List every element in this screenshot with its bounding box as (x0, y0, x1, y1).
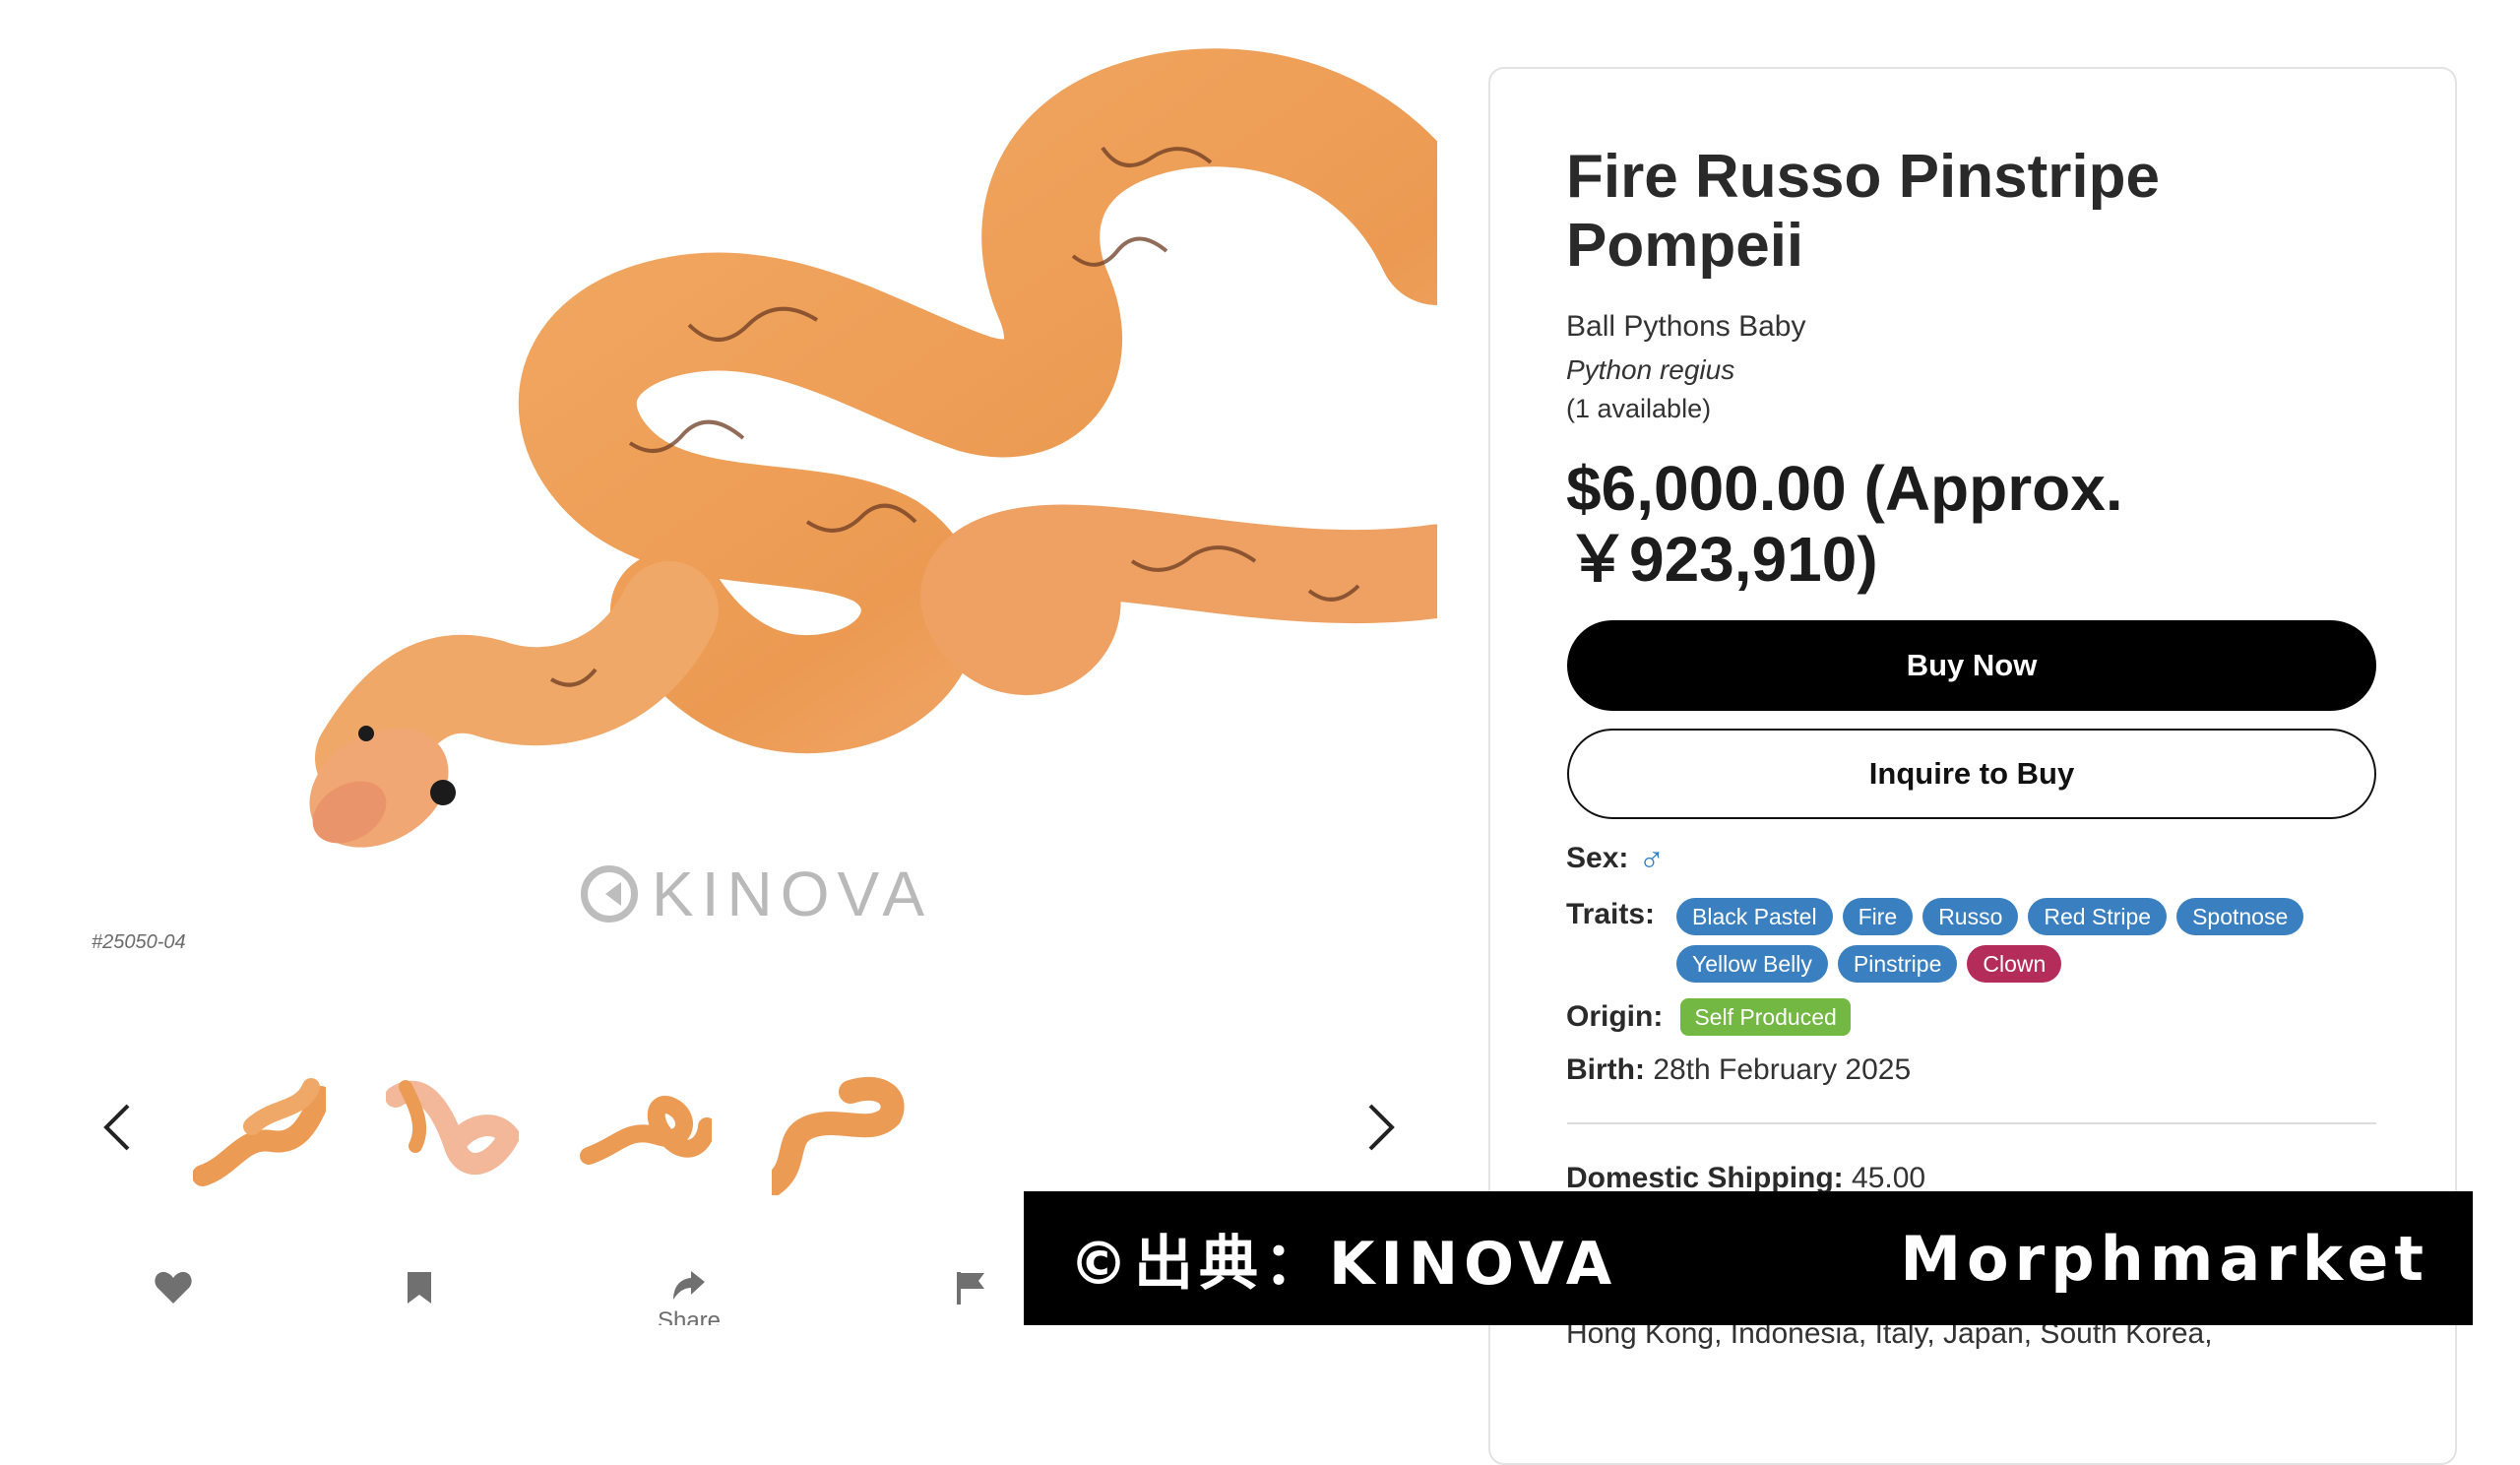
carousel-next-button[interactable] (1358, 1093, 1404, 1162)
trait-chip[interactable]: Yellow Belly (1676, 945, 1828, 983)
thumbnail-3[interactable] (579, 1067, 712, 1195)
thumbnail-4[interactable] (772, 1067, 905, 1195)
snake-photo (309, 48, 1437, 848)
trait-chip[interactable]: Black Pastel (1676, 898, 1833, 935)
source-credit-banner: ©出典：KINOVA Morphmarket (1024, 1191, 2473, 1325)
sex-row: Sex: ♂ (1566, 838, 1666, 878)
inquire-to-buy-button[interactable]: Inquire to Buy (1567, 729, 2376, 819)
buy-now-button[interactable]: Buy Now (1567, 620, 2376, 711)
product-price: $6,000.00 (Approx. ￥923,910) (1566, 453, 2123, 595)
male-icon: ♂ (1638, 838, 1666, 878)
chevron-left-icon (103, 1104, 130, 1151)
origin-badge: Self Produced (1680, 998, 1851, 1036)
trait-chip[interactable]: Russo (1922, 898, 2019, 935)
item-id: #25050-04 (92, 931, 186, 953)
thumbnail-1[interactable] (193, 1067, 326, 1195)
flag-icon (957, 1272, 984, 1305)
site-name: Morphmarket (1900, 1222, 2429, 1295)
origin-label: Origin: (1566, 1000, 1664, 1033)
trait-chip[interactable]: Red Stripe (2028, 898, 2168, 935)
carousel-prev-button[interactable] (94, 1093, 140, 1162)
product-species: Python regius (1566, 354, 1735, 385)
chevron-right-icon (1368, 1104, 1395, 1151)
product-category: Ball Pythons Baby (1566, 310, 1806, 343)
birth-label: Birth: (1566, 1053, 1645, 1086)
trait-chip-recessive[interactable]: Clown (1967, 945, 2062, 983)
trait-chip[interactable]: Pinstripe (1837, 945, 1958, 983)
bookmark-action[interactable] (380, 1270, 459, 1369)
share-action[interactable]: Share (650, 1270, 728, 1369)
shipping-label: Domestic Shipping: (1566, 1162, 1844, 1194)
thumbnail-2[interactable] (386, 1067, 519, 1195)
availability-count: (1 available) (1566, 394, 1712, 423)
shipping-row: Domestic Shipping: 45.00 (1566, 1162, 1925, 1195)
sex-label: Sex: (1566, 842, 1629, 874)
section-divider (1567, 1122, 2376, 1124)
shipping-price: 45.00 (1852, 1162, 1926, 1194)
favorite-action[interactable] (134, 1270, 213, 1369)
traits-list: Black Pastel Fire Russo Red Stripe Spotn… (1676, 898, 2385, 983)
traits-label: Traits: (1566, 898, 1656, 930)
product-title: Fire Russo Pinstripe Pompeii (1566, 143, 2160, 280)
heart-icon (155, 1271, 192, 1304)
origin-row: Origin: Self Produced (1566, 998, 1851, 1036)
bookmark-icon (408, 1272, 431, 1304)
birth-row: Birth: 28th February 2025 (1566, 1053, 1911, 1087)
trait-chip[interactable]: Spotnose (2176, 898, 2304, 935)
kinova-watermark: KINOVA (581, 859, 932, 929)
share-icon (673, 1271, 705, 1300)
report-action[interactable] (931, 1270, 1010, 1369)
kinova-logo-icon (581, 865, 638, 923)
credit-text: ©出典：KINOVA (1069, 1229, 1618, 1299)
trait-chip[interactable]: Fire (1842, 898, 1914, 935)
main-product-image[interactable]: KINOVA #25050-04 (0, 0, 1437, 985)
birth-date: 28th February 2025 (1653, 1053, 1912, 1086)
